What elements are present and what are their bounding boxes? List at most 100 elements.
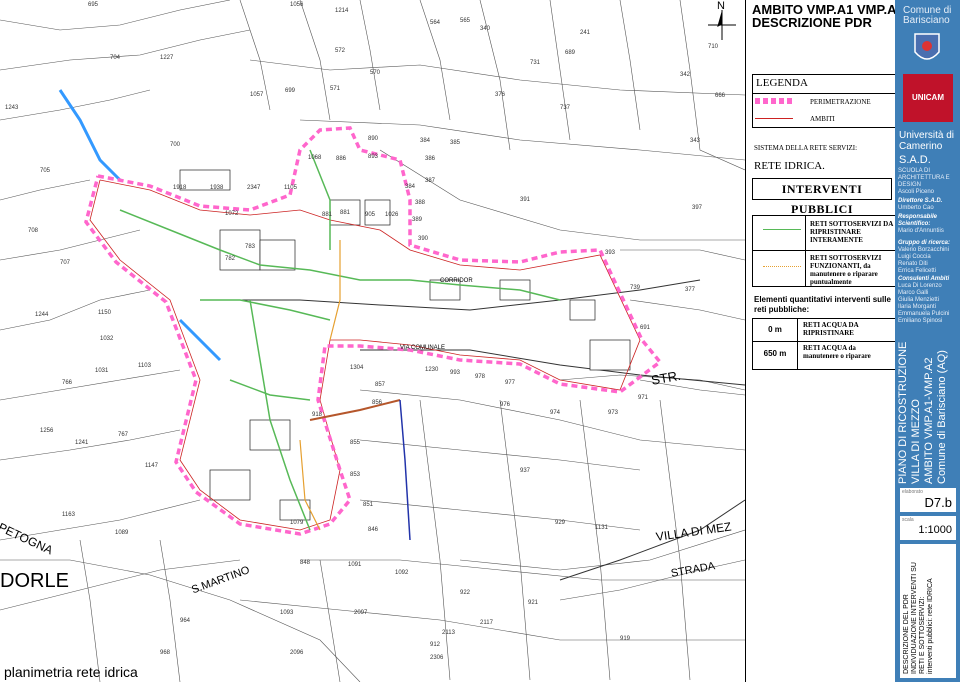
project-title: AMBITO VMP.A1 VMP.A2 DESCRIZIONE PDR: [752, 3, 904, 29]
parcel-number: 565: [460, 18, 471, 24]
parcel-number: 918: [312, 412, 323, 418]
parcel-number: 1093: [280, 610, 294, 616]
parcel-number: 384: [420, 138, 431, 144]
consulenti-line7: Emiliano Spinosi: [898, 318, 943, 324]
parcel-number: 1244: [35, 312, 49, 318]
gruppo-line1: Gruppo di ricerca:: [898, 240, 951, 246]
parcel-number: 1079: [290, 520, 304, 526]
legend-title: LEGENDA: [756, 77, 808, 89]
parcel-number: 1105: [284, 185, 297, 191]
consulenti-line3: Marco Galli: [898, 290, 929, 296]
parcel-number: 846: [368, 527, 379, 533]
road-label: VIA COMUNALE: [400, 345, 446, 351]
parcel-number: 890: [368, 136, 379, 142]
parcel-number: 2306: [430, 655, 444, 661]
unicam-logo: UNICAM: [903, 74, 953, 122]
bottom-line2: INDIVIDUAZIONE INTERVENTI SU: [911, 562, 918, 674]
gruppo-line5: Errica Felicetti: [898, 268, 937, 274]
rete-label: RETE IDRICA.: [754, 160, 825, 172]
piano-line3: AMBITO VMP.A1-VMP.A2: [923, 357, 935, 484]
parcel-number: 2113: [442, 630, 455, 636]
parcel-number: 782: [225, 256, 236, 262]
cadastral-map[interactable]: N 695 1056 1214 564 565 340 241 710 342 666 704 122…: [0, 0, 746, 683]
gruppo-line4: Renato Diti: [898, 261, 928, 267]
parcel-number: 241: [580, 30, 591, 36]
parcel-number: 377: [685, 287, 696, 293]
parcel-number: 848: [300, 560, 311, 566]
responsabile-label: Responsabile Scientifico: Mario d'Annunt…: [898, 214, 944, 235]
bottom-line4: interventi pubblici: rete IDRICA: [927, 578, 934, 674]
parcel-number: 1243: [5, 105, 19, 111]
parcel-number: 851: [363, 502, 374, 508]
parcel-number: 385: [450, 140, 461, 146]
item1-text: RETI SOTTOSERVIZI DA RIPRISTINARE INTERA…: [810, 220, 893, 244]
sistema-label: SISTEMA DELLA RETE SERVIZI:: [754, 144, 858, 152]
parcel-number: 1092: [395, 570, 409, 576]
parcel-number: 857: [375, 382, 386, 388]
parcel-number: 964: [180, 618, 191, 624]
universita-line1: Università di: [899, 130, 955, 141]
parcel-number: 666: [715, 93, 726, 99]
responsabile-line2: Scientifico:: [898, 221, 931, 227]
scuola-line2: ARCHITETTURA E: [898, 175, 950, 181]
north-label: N: [717, 0, 725, 12]
parcel-number: 937: [520, 468, 531, 474]
perimetrazione-swatch: [755, 98, 793, 104]
road-label: DORLE: [0, 570, 69, 592]
parcel-number: 767: [118, 432, 129, 438]
parcel-number: 708: [28, 228, 39, 234]
parcel-number: 700: [170, 142, 181, 148]
parcel-number: 1057: [250, 92, 264, 98]
parcel-number: 704: [110, 55, 121, 61]
interventi-label: INTERVENTI PUBBLICI: [752, 178, 892, 216]
map-title: planimetria rete idrica: [4, 664, 138, 680]
piano-line2: VILLA DI MEZZO: [910, 399, 922, 484]
parcel-number: 571: [330, 86, 341, 92]
comune-coat-of-arms: [914, 33, 940, 60]
piano-line4: Comune di Barisciano (AQ): [936, 350, 948, 484]
comune-label: Comune di Barisciano: [903, 6, 951, 26]
parcel-number: 978: [475, 374, 486, 380]
parcel-number: 929: [555, 520, 566, 526]
parcel-number: 766: [62, 380, 73, 386]
parcel-number: 1241: [75, 440, 89, 446]
bottom-line1: DESCRIZIONE DEL PDR: [903, 594, 910, 674]
parcel-number: 707: [60, 260, 71, 266]
parcel-number: 2117: [480, 620, 493, 626]
comune-line2: Barisciano: [903, 15, 950, 26]
parcel-number: 689: [565, 50, 576, 56]
parcel-number: 968: [160, 650, 171, 656]
parcel-number: 1032: [100, 336, 114, 342]
parcel-number: 1056: [290, 2, 304, 8]
consulenti-line5: Ilaria Morganti: [898, 304, 937, 310]
scuola-label: SCUOLA DI ARCHITETTURA E DESIGN Ascoli P…: [898, 168, 950, 196]
parcel-number: 783: [245, 244, 256, 250]
elaborato-label: elaborato: [902, 489, 923, 495]
bottom-box: DESCRIZIONE DEL PDR INDIVIDUAZIONE INTER…: [900, 544, 956, 678]
parcel-number: 974: [550, 410, 561, 416]
parcel-number: 919: [620, 636, 631, 642]
parcel-number: 2097: [354, 610, 368, 616]
parcel-number: 739: [630, 285, 641, 291]
scuola-line1: SCUOLA DI: [898, 168, 931, 174]
direttore-line1: Direttore S.A.D.: [898, 198, 943, 204]
parcel-number: 1227: [160, 55, 174, 61]
parcel-number: 1938: [210, 185, 224, 191]
bottom-text: DESCRIZIONE DEL PDR INDIVIDUAZIONE INTER…: [903, 562, 935, 674]
legend-box: LEGENDA PERIMETRAZIONE AMBITI: [752, 74, 896, 128]
parcel-number: 993: [450, 370, 461, 376]
parcel-number: 973: [608, 410, 619, 416]
bottom-line3: RETI E SOTTOSERVIZI:: [919, 596, 926, 674]
parcel-number: 387: [425, 178, 436, 184]
parcel-number: 921: [528, 600, 539, 606]
parcel-number: 1131: [595, 525, 608, 531]
title-sidebar: Comune di Barisciano UNICAM Università d…: [895, 0, 960, 682]
quant-table: 0 m RETI ACQUA DA RIPRISTINARE 650 m RET…: [752, 318, 896, 370]
parcel-number: 393: [605, 250, 616, 256]
parcel-number: 1304: [350, 365, 364, 371]
parcel-number: 1091: [348, 562, 362, 568]
direttore-label: Direttore S.A.D. Umberto Cao: [898, 198, 942, 212]
scala-box: scala 1:1000: [900, 516, 956, 540]
parcel-number: 1214: [335, 8, 349, 14]
parcel-number: 572: [335, 48, 346, 54]
